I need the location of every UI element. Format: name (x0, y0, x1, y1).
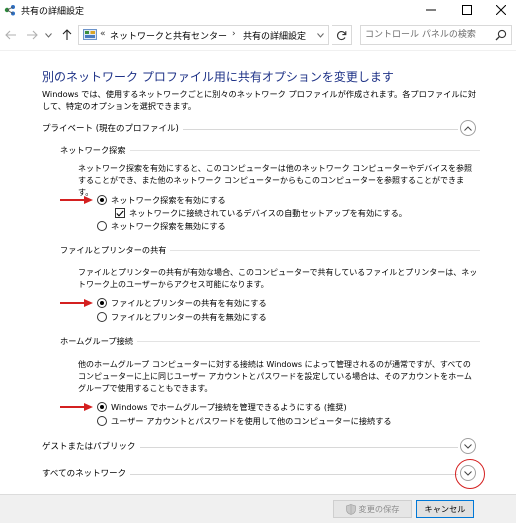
file-printer-sharing-title: ファイルとプリンターの共有 (60, 244, 171, 256)
file-printer-sharing-description: ファイルとプリンターの共有が有効な場合、このコンピューターで共有しているファイル… (78, 268, 478, 289)
arrow-right-icon (27, 30, 38, 40)
window-title: 共有の詳細設定 (21, 7, 85, 17)
network-discovery-on-label: ネットワーク探索を有効にする (111, 195, 226, 205)
address-dropdown-button[interactable] (315, 25, 325, 45)
annotation-arrow-icon (60, 196, 93, 204)
annotation-arrow-icon (60, 403, 93, 411)
file-sharing-on-radio[interactable]: ファイルとプリンターの共有を有効にする (97, 297, 267, 309)
address-bar[interactable]: « ネットワークと共有センター › 共有の詳細設定 (78, 25, 329, 45)
minimize-button[interactable] (414, 0, 448, 20)
search-icon[interactable] (495, 29, 507, 41)
chevron-up-icon (464, 125, 472, 131)
minimize-icon (426, 9, 436, 11)
guest-profile-label: ゲストまたはパブリック (42, 440, 140, 452)
homegroup-windows-label: Windows でホームグループ接続を管理できるようにする (推奨) (111, 402, 347, 412)
chevron-down-icon (316, 32, 324, 38)
breadcrumb-overflow[interactable]: « (100, 29, 106, 39)
search-input[interactable] (365, 28, 485, 42)
auto-setup-label: ネットワークに接続されているデバイスの自動セットアップを有効にする。 (129, 208, 407, 218)
breadcrumb-network-center[interactable]: ネットワークと共有センター (110, 29, 227, 42)
guest-profile-header[interactable]: ゲストまたはパブリック (42, 438, 482, 454)
cancel-label: キャンセル (424, 504, 466, 514)
private-profile-header[interactable]: プライベート (現在のプロファイル) (42, 120, 482, 136)
network-share-icon (4, 5, 15, 16)
all-networks-label: すべてのネットワーク (42, 467, 131, 479)
homegroup-account-label: ユーザー アカウントとパスワードを使用して他のコンピューターに接続する (111, 416, 392, 426)
page-description: Windows では、使用するネットワークごとに別々のネットワーク プロファイル… (42, 89, 476, 111)
shield-icon (345, 503, 356, 515)
cancel-button[interactable]: キャンセル (416, 500, 474, 518)
forward-button[interactable] (24, 27, 40, 43)
radio-button[interactable] (97, 312, 107, 322)
maximize-icon (462, 5, 472, 15)
network-discovery-title: ネットワーク探索 (60, 144, 130, 156)
page-heading: 別のネットワーク プロファイル用に共有オプションを変更します (42, 70, 394, 84)
close-button[interactable] (484, 0, 516, 20)
footer-bar: 変更の保存 キャンセル (0, 494, 516, 523)
checkbox[interactable] (115, 208, 125, 218)
homegroup-title: ホームグループ接続 (60, 335, 137, 347)
all-networks-header[interactable]: すべてのネットワーク (42, 465, 482, 481)
annotation-arrow-icon (60, 299, 93, 307)
control-panel-icon (83, 29, 97, 40)
breadcrumb-separator[interactable]: › (232, 29, 236, 39)
homegroup-windows-radio[interactable]: Windows でホームグループ接続を管理できるようにする (推奨) (97, 401, 347, 413)
chevron-down-icon (464, 443, 472, 449)
file-sharing-off-radio[interactable]: ファイルとプリンターの共有を無効にする (97, 311, 267, 323)
radio-button[interactable] (97, 195, 107, 205)
refresh-button[interactable] (332, 25, 352, 45)
network-discovery-on-radio[interactable]: ネットワーク探索を有効にする (97, 194, 226, 206)
guest-profile-expand-button[interactable] (460, 438, 476, 454)
title-bar: 共有の詳細設定 (0, 0, 516, 20)
main-content: 別のネットワーク プロファイル用に共有オプションを変更します Windows で… (0, 50, 516, 495)
homegroup-account-radio[interactable]: ユーザー アカウントとパスワードを使用して他のコンピューターに接続する (97, 415, 392, 427)
maximize-button[interactable] (450, 0, 484, 20)
save-changes-label: 変更の保存 (358, 504, 400, 514)
private-profile-collapse-button[interactable] (460, 120, 476, 136)
checkmark-icon (116, 210, 124, 217)
arrow-up-icon (62, 29, 72, 40)
recent-locations-button[interactable] (43, 27, 53, 43)
network-discovery-off-label: ネットワーク探索を無効にする (111, 221, 226, 231)
radio-button[interactable] (97, 298, 107, 308)
private-profile-label: プライベート (現在のプロファイル) (42, 122, 183, 134)
search-box[interactable] (360, 25, 512, 45)
save-changes-button[interactable]: 変更の保存 (333, 500, 412, 518)
back-button[interactable] (3, 27, 19, 43)
close-icon (496, 5, 506, 15)
radio-button[interactable] (97, 402, 107, 412)
breadcrumb-advanced-sharing[interactable]: 共有の詳細設定 (243, 29, 306, 42)
homegroup-description: 他のホームグループ コンピューターに対する接続は Windows によって管理さ… (78, 360, 472, 393)
chevron-down-icon (44, 32, 52, 38)
file-sharing-on-label: ファイルとプリンターの共有を有効にする (111, 298, 267, 308)
arrow-left-icon (5, 30, 16, 40)
auto-setup-checkbox[interactable]: ネットワークに接続されているデバイスの自動セットアップを有効にする。 (115, 207, 407, 219)
up-button[interactable] (59, 27, 75, 43)
radio-button[interactable] (97, 416, 107, 426)
file-sharing-off-label: ファイルとプリンターの共有を無効にする (111, 312, 267, 322)
annotation-circle (455, 459, 485, 489)
radio-button[interactable] (97, 221, 107, 231)
refresh-icon (336, 30, 347, 40)
network-discovery-off-radio[interactable]: ネットワーク探索を無効にする (97, 220, 226, 232)
